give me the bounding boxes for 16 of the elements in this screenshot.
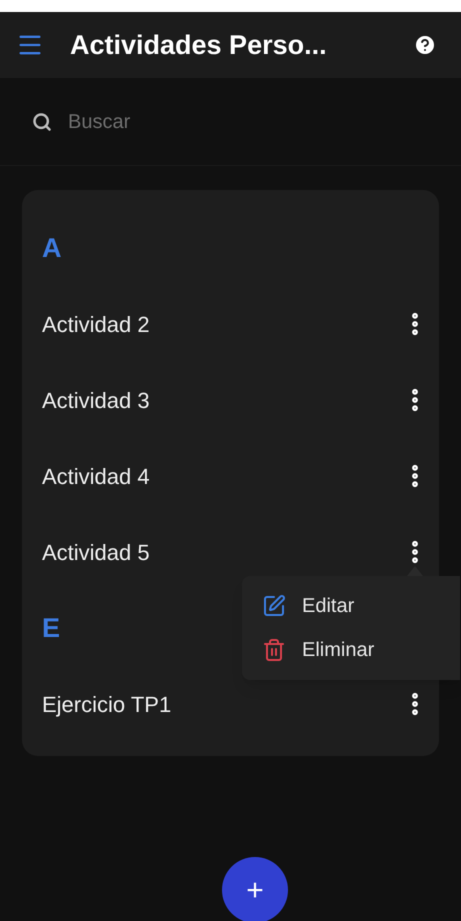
search-icon (32, 112, 52, 132)
trash-icon (262, 638, 286, 662)
activity-name[interactable]: Actividad 4 (42, 460, 401, 492)
menu-item[interactable]: Editar (242, 584, 460, 628)
section-letter: A (42, 232, 62, 265)
menu-item[interactable]: Eliminar (242, 628, 460, 672)
help-icon[interactable] (413, 33, 437, 57)
app-title: Actividades Perso... (70, 28, 328, 62)
activity-name[interactable]: Actividad 2 (42, 308, 401, 340)
add-button[interactable]: + (222, 857, 288, 921)
search-field[interactable]: Buscar (68, 106, 333, 136)
section-letter: E (42, 612, 60, 645)
activity-name[interactable]: Actividad 3 (42, 384, 401, 416)
activity-name[interactable]: Actividad 5 (42, 536, 401, 568)
edit-icon (262, 594, 286, 618)
activity-name[interactable]: Ejercicio TP1 (42, 688, 401, 720)
